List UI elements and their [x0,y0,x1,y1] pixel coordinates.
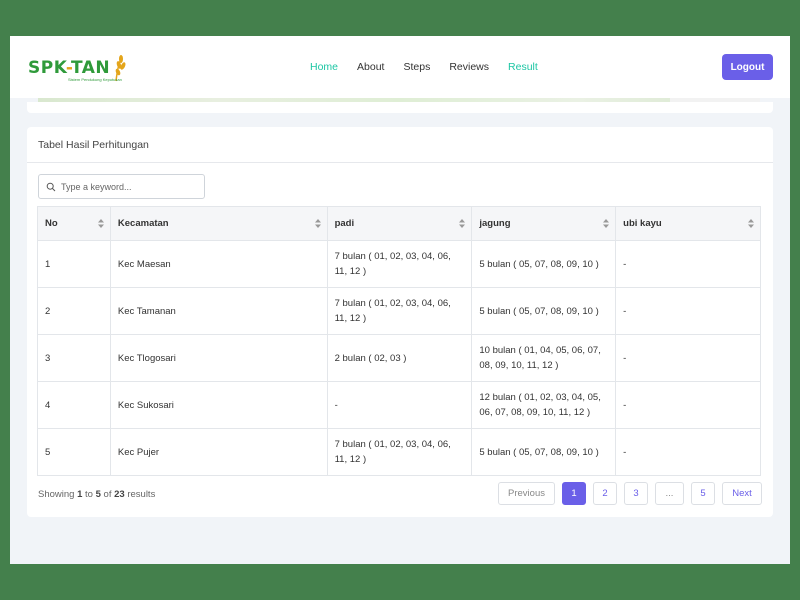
pagination-ellipsis: ... [655,482,684,505]
previous-button[interactable]: Previous [498,482,555,505]
cell-ubi-kayu: - [615,287,761,335]
table-row: 1 Kec Maesan 7 bulan ( 01, 02, 03, 04, 0… [37,240,761,288]
cell-jagung: 5 bulan ( 05, 07, 08, 09, 10 ) [471,287,617,335]
logo-subtext: Sistem Pendukung Keputusan [68,77,122,82]
cell-jagung: 5 bulan ( 05, 07, 08, 09, 10 ) [471,240,617,288]
cell-padi: - [326,381,473,429]
map-card [27,102,773,113]
cell-ubi-kayu: - [615,381,761,429]
sort-icon [97,219,104,228]
cell-padi: 7 bulan ( 01, 02, 03, 04, 06, 11, 12 ) [326,428,473,476]
cell-no: 2 [37,287,111,335]
column-header-kecamatan[interactable]: Kecamatan [109,206,328,241]
cell-jagung: 10 bulan ( 01, 04, 05, 06, 07, 08, 09, 1… [471,334,617,382]
cell-kecamatan: Kec Sukosari [109,381,328,429]
page-2-button[interactable]: 2 [593,482,617,505]
search-icon [46,182,56,191]
table-row: 3 Kec Tlogosari 2 bulan ( 02, 03 ) 10 bu… [37,334,761,382]
table-row: 5 Kec Pujer 7 bulan ( 01, 02, 03, 04, 06… [37,428,761,476]
logo-text: SPK-TAN [28,58,111,78]
cell-kecamatan: Kec Tlogosari [109,334,328,382]
nav-home[interactable]: Home [310,61,338,73]
card-divider [27,162,773,163]
page-1-button[interactable]: 1 [562,482,586,505]
main-nav: Home About Steps Reviews Result [310,36,557,98]
navbar: SPK-TAN Sistem Pendukung Keputusan Home … [10,36,790,98]
cell-ubi-kayu: - [615,240,761,288]
cell-no: 5 [37,428,111,476]
nav-result[interactable]: Result [508,61,538,73]
cell-jagung: 12 bulan ( 01, 02, 03, 04, 05, 06, 07, 0… [471,381,617,429]
cell-ubi-kayu: - [615,334,761,382]
cell-ubi-kayu: - [615,428,761,476]
cell-kecamatan: Kec Pujer [109,428,328,476]
page-5-button[interactable]: 5 [691,482,715,505]
column-header-jagung[interactable]: jagung [471,206,617,241]
sort-icon [459,219,466,228]
column-header-no[interactable]: No [37,206,111,241]
results-table: No Kecamatan padi jagung ubi kayu 1 Kec … [37,206,761,476]
sort-icon [314,219,321,228]
cell-kecamatan: Kec Tamanan [109,287,328,335]
app-window: SPK-TAN Sistem Pendukung Keputusan Home … [10,36,790,564]
page-3-button[interactable]: 3 [624,482,648,505]
search-input[interactable] [61,181,191,192]
logout-button[interactable]: Logout [722,54,773,80]
next-button[interactable]: Next [722,482,762,505]
pagination: Previous 1 2 3 ... 5 Next [498,482,762,505]
logo[interactable]: SPK-TAN Sistem Pendukung Keputusan [28,50,126,86]
map-attribution [670,98,760,102]
sort-icon [603,219,610,228]
card-title: Tabel Hasil Perhitungan [38,139,149,151]
results-card: Tabel Hasil Perhitungan No Kecamatan pad… [27,127,773,517]
cell-padi: 7 bulan ( 01, 02, 03, 04, 06, 11, 12 ) [326,240,473,288]
cell-padi: 2 bulan ( 02, 03 ) [326,334,473,382]
sort-icon [748,219,754,228]
results-summary: Showing 1 to 5 of 23 results [38,489,156,500]
table-header-row: No Kecamatan padi jagung ubi kayu [37,206,761,241]
nav-about[interactable]: About [357,61,384,73]
cell-jagung: 5 bulan ( 05, 07, 08, 09, 10 ) [471,428,617,476]
nav-steps[interactable]: Steps [403,61,430,73]
search-box[interactable] [38,174,205,199]
cell-padi: 7 bulan ( 01, 02, 03, 04, 06, 11, 12 ) [326,287,473,335]
cell-no: 4 [37,381,111,429]
table-row: 2 Kec Tamanan 7 bulan ( 01, 02, 03, 04, … [37,287,761,335]
map-view[interactable] [38,98,760,102]
cell-no: 3 [37,334,111,382]
column-header-padi[interactable]: padi [326,206,473,241]
column-header-ubi-kayu[interactable]: ubi kayu [615,206,761,241]
table-row: 4 Kec Sukosari - 12 bulan ( 01, 02, 03, … [37,381,761,429]
nav-reviews[interactable]: Reviews [449,61,489,73]
cell-no: 1 [37,240,111,288]
cell-kecamatan: Kec Maesan [109,240,328,288]
